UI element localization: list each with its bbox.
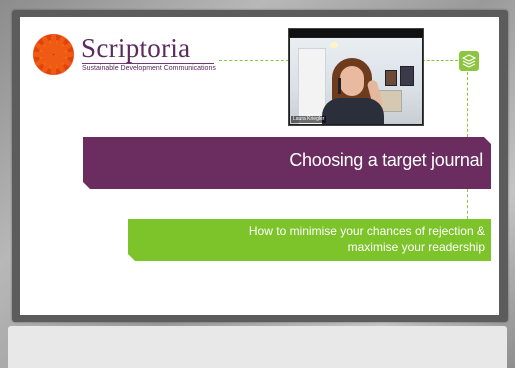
bottom-panel	[8, 326, 507, 368]
participant-video-feed	[290, 38, 422, 124]
brand-tagline: Sustainable Development Communications	[82, 65, 216, 72]
gerbera-flower-icon	[33, 34, 74, 75]
participant-name-label: Laura Kriegler	[291, 116, 327, 123]
dashed-connector	[422, 60, 458, 61]
subtitle-line-1: How to minimise your chances of rejectio…	[248, 224, 485, 238]
title-banner: Choosing a target journal	[82, 136, 492, 190]
layers-icon	[459, 51, 479, 71]
presentation-slide: Scriptoria Sustainable Development Commu…	[20, 17, 499, 315]
subtitle-line-2: maximise your readership	[347, 240, 485, 254]
brand-name: Scriptoria	[81, 33, 191, 63]
slide-frame: Scriptoria Sustainable Development Commu…	[12, 10, 508, 322]
dashed-connector	[467, 189, 468, 219]
brand-underline	[82, 63, 214, 64]
slide-subtitle: How to minimise your chances of rejectio…	[249, 223, 485, 255]
slide-title: Choosing a target journal	[289, 150, 483, 170]
dashed-connector	[467, 72, 468, 137]
participant-video-tile[interactable]: Laura Kriegler	[288, 28, 424, 126]
dashed-connector	[219, 60, 289, 61]
video-toolbar	[289, 29, 423, 37]
subtitle-banner: How to minimise your chances of rejectio…	[127, 219, 491, 262]
